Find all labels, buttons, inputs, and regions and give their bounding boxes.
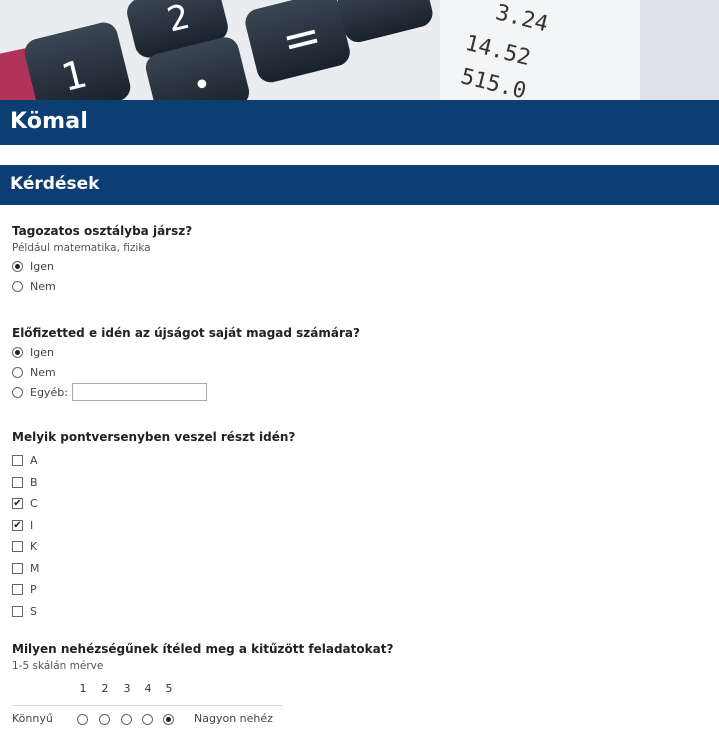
checkbox-option-m[interactable]: M xyxy=(12,558,702,580)
question-title: Melyik pontversenyben veszel részt idén? xyxy=(12,430,296,444)
question-help-text: Például matematika, fizika xyxy=(12,242,151,254)
option-igen[interactable]: Igen xyxy=(12,256,702,276)
option-label: B xyxy=(30,475,38,489)
checkbox-checked[interactable]: ✔ xyxy=(12,519,23,531)
checkbox[interactable] xyxy=(12,584,23,596)
scale-low-label: Könnyű xyxy=(12,712,53,725)
option-label: K xyxy=(30,540,38,554)
option-other[interactable]: Egyéb: xyxy=(12,382,702,402)
scale-number: 1 xyxy=(79,682,87,695)
radio-button-selected[interactable] xyxy=(12,346,23,358)
site-title: Kömal xyxy=(10,109,89,134)
checkbox-option-c[interactable]: ✔ C xyxy=(12,493,702,515)
question-title: Tagozatos osztályba jársz? xyxy=(12,224,193,238)
question-4: Milyen nehézségűnek ítéled meg a kitűzöt… xyxy=(12,640,702,729)
checkbox-checked[interactable]: ✔ xyxy=(12,498,23,510)
checkbox[interactable] xyxy=(12,605,23,617)
checkbox[interactable] xyxy=(12,476,23,488)
option-label: A xyxy=(30,454,38,468)
checkbox-option-k[interactable]: K xyxy=(12,536,702,558)
section-header: Kérdések xyxy=(0,165,719,205)
option-nem[interactable]: Nem xyxy=(12,362,702,382)
option-label: P xyxy=(30,583,37,597)
option-label: S xyxy=(30,604,37,618)
scale-radio-2[interactable] xyxy=(99,714,110,725)
question-title: Előfizetted e idén az újságot saját maga… xyxy=(12,326,360,340)
checkbox-option-p[interactable]: P xyxy=(12,579,702,601)
question-2: Előfizetted e idén az újságot saját maga… xyxy=(12,324,702,402)
question-help-text: 1-5 skálán mérve xyxy=(12,660,104,672)
radio-button-selected[interactable] xyxy=(12,260,23,272)
option-label: Igen xyxy=(30,259,54,273)
scale-widget: 1 2 3 4 5 Könnyű Nagyon nehéz xyxy=(12,682,702,729)
option-label: Nem xyxy=(30,279,56,293)
scale-number: 3 xyxy=(123,682,131,695)
checkbox-option-i[interactable]: ✔ I xyxy=(12,515,702,537)
question-3: Melyik pontversenyben veszel részt idén?… xyxy=(12,428,702,622)
checkbox-option-b[interactable]: B xyxy=(12,472,702,494)
option-igen[interactable]: Igen xyxy=(12,342,702,362)
header-banner: 1 2 • = 3.24 14.52 515.0 Kömal xyxy=(0,0,719,145)
option-nem[interactable]: Nem xyxy=(12,276,702,296)
radio-button[interactable] xyxy=(12,280,23,292)
scale-radio-3[interactable] xyxy=(121,714,132,725)
option-label: Nem xyxy=(30,365,56,379)
checkbox-option-s[interactable]: S xyxy=(12,601,702,623)
scale-number: 5 xyxy=(165,682,173,695)
scale-divider xyxy=(12,705,282,706)
option-label: M xyxy=(30,561,40,575)
scale-radio-1[interactable] xyxy=(77,714,88,725)
other-text-input[interactable] xyxy=(71,383,207,401)
scale-number: 4 xyxy=(144,682,152,695)
option-label: Egyéb: xyxy=(30,385,68,399)
radio-button[interactable] xyxy=(12,386,23,398)
option-label: Igen xyxy=(30,345,54,359)
checkbox[interactable] xyxy=(12,541,23,553)
scale-row: Könnyű Nagyon nehéz xyxy=(12,710,292,729)
question-1: Tagozatos osztályba jársz? Például matem… xyxy=(12,222,702,296)
scale-radio-4[interactable] xyxy=(142,714,153,725)
scale-radio-5-selected[interactable] xyxy=(163,714,174,725)
option-label: C xyxy=(30,497,38,511)
site-title-bar: Kömal xyxy=(0,100,719,145)
option-label: I xyxy=(30,518,34,532)
checkbox[interactable] xyxy=(12,455,23,467)
scale-high-label: Nagyon nehéz xyxy=(194,712,273,725)
checkbox-option-a[interactable]: A xyxy=(12,450,702,472)
section-title: Kérdések xyxy=(10,174,100,194)
calculator-banner-image: 1 2 • = 3.24 14.52 515.0 xyxy=(0,0,719,100)
scale-number: 2 xyxy=(101,682,109,695)
question-title: Milyen nehézségűnek ítéled meg a kitűzöt… xyxy=(12,642,394,656)
checkbox[interactable] xyxy=(12,562,23,574)
radio-button[interactable] xyxy=(12,366,23,378)
